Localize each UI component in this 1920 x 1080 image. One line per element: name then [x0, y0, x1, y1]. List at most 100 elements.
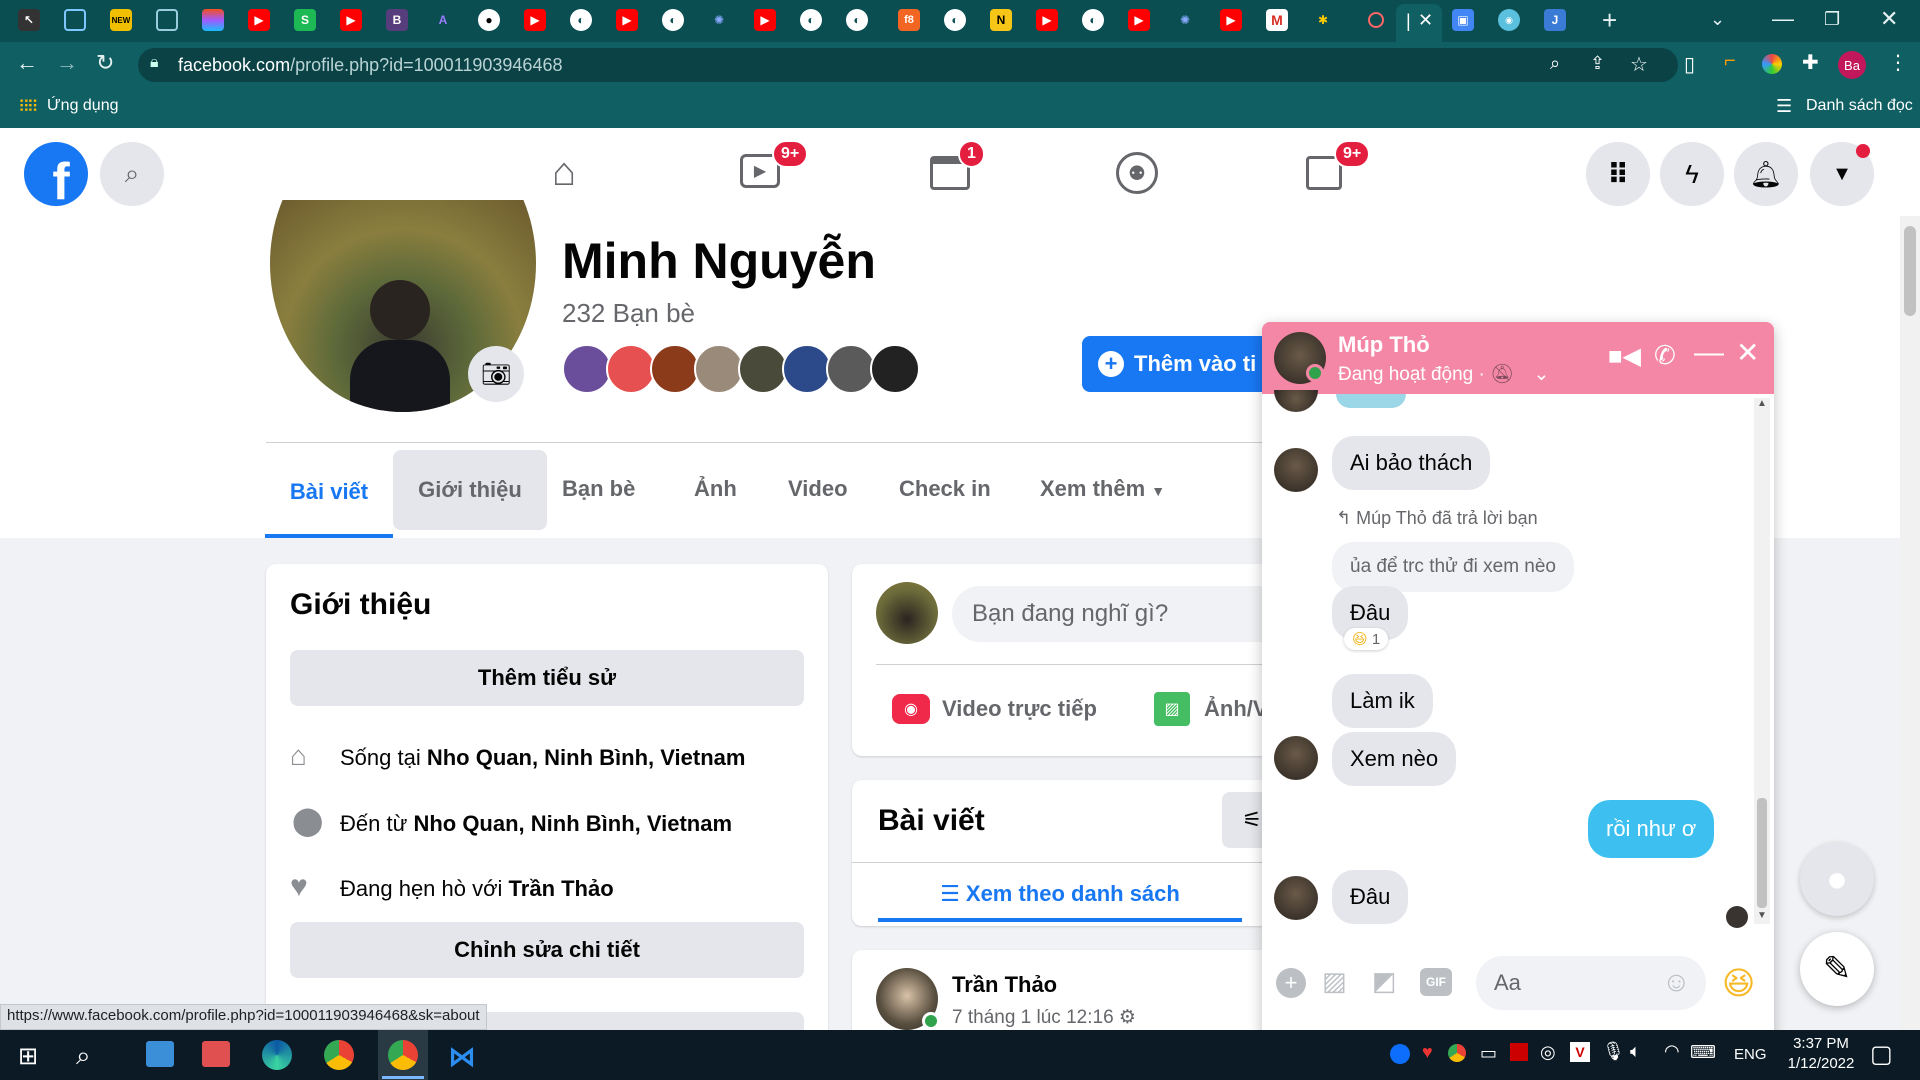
globe-icon[interactable]: ◐	[662, 9, 684, 31]
vscode-icon[interactable]: ⋈	[448, 1040, 476, 1073]
friend-avatar[interactable]	[650, 344, 700, 394]
globe-icon[interactable]: ◐	[1082, 9, 1104, 31]
status-input[interactable]: Bạn đang nghĩ gì?	[952, 586, 1282, 642]
facebook-logo-icon[interactable]: f	[24, 142, 88, 206]
tab-favicon[interactable]: f8	[898, 9, 920, 31]
tab-favicon[interactable]: ↖	[18, 9, 40, 31]
chat-options-chevron-icon[interactable]: ⌄	[1534, 364, 1550, 385]
page-scrollbar-thumb[interactable]	[1904, 226, 1916, 316]
close-chat-icon[interactable]: ✕	[1736, 336, 1759, 369]
search-icon[interactable]: ⌕	[76, 1040, 91, 1072]
figma-icon[interactable]	[202, 9, 224, 31]
scroll-down-icon[interactable]: ▼	[1757, 910, 1767, 921]
friend-avatar[interactable]	[694, 344, 744, 394]
tab-favicon[interactable]: A	[432, 9, 454, 31]
video-call-icon[interactable]: ■◀	[1608, 342, 1641, 371]
globe-icon[interactable]: ◐	[570, 9, 592, 31]
extension-icon[interactable]: ⌐	[1724, 50, 1736, 73]
phone-call-icon[interactable]: ✆	[1654, 340, 1676, 371]
tray-app-icon[interactable]	[1510, 1043, 1528, 1061]
friend-avatar[interactable]	[782, 344, 832, 394]
youtube-icon[interactable]: ▶	[1128, 9, 1150, 31]
bootstrap-icon[interactable]: B	[386, 9, 408, 31]
chat-scrollbar[interactable]: ▲ ▼	[1754, 398, 1770, 924]
tab-more[interactable]: Xem thêm ▼	[1040, 476, 1165, 502]
tab-photos[interactable]: Ảnh	[694, 476, 737, 502]
live-video-button[interactable]: Video trực tiếp	[942, 696, 1097, 722]
zoom-icon[interactable]: ⌕	[1550, 53, 1560, 74]
lives-in-place[interactable]: Nho Quan, Ninh Bình, Vietnam	[427, 745, 746, 770]
message-received[interactable]: Đâu	[1332, 870, 1409, 924]
home-icon[interactable]: ⌂	[552, 150, 576, 195]
apps-bookmark[interactable]: Ứng dụng	[47, 97, 119, 115]
tab-about[interactable]: Giới thiệu	[393, 450, 547, 530]
tab-favicon[interactable]: J	[1544, 9, 1566, 31]
back-icon[interactable]: ←	[16, 52, 38, 74]
tab-favicon[interactable]: NEW	[110, 9, 132, 31]
tray-app-icon[interactable]: ♥	[1422, 1042, 1433, 1063]
friends-count[interactable]: 232 Bạn bè	[562, 298, 695, 329]
camera-icon[interactable]: 📷︎	[468, 346, 524, 402]
wifi-icon[interactable]: ◠	[1664, 1041, 1680, 1062]
gmail-icon[interactable]: M	[1266, 9, 1288, 31]
input-language[interactable]: ENG	[1734, 1046, 1767, 1063]
groups-icon[interactable]: ⚉	[1116, 152, 1158, 194]
youtube-icon[interactable]: ▶	[754, 9, 776, 31]
youtube-icon[interactable]: ▶	[1036, 9, 1058, 31]
chat-header[interactable]: Múp Thỏ Đang hoạt động · 🔕︎ ⌄ ■◀ ✆ — ✕	[1262, 322, 1774, 394]
microphone-icon[interactable]: 🎙︎	[1602, 1041, 1625, 1062]
tab-favicon[interactable]: S	[294, 9, 316, 31]
tab-posts[interactable]: Bài viết	[265, 450, 393, 538]
tab-search-chevron-icon[interactable]: ⌄	[1710, 8, 1725, 30]
youtube-icon[interactable]: ▶	[1220, 9, 1242, 31]
notifications-bell-icon[interactable]: 🔔︎	[1734, 142, 1798, 206]
keyboard-icon[interactable]: ⌨	[1690, 1042, 1716, 1063]
tab-favicon[interactable]: N	[990, 9, 1012, 31]
relationship-name[interactable]: Trần Thảo	[509, 876, 614, 901]
active-tab[interactable]: | ✕	[1396, 4, 1442, 42]
new-message-icon[interactable]: ✎	[1800, 932, 1874, 1006]
close-window-icon[interactable]: ✕	[1880, 8, 1898, 30]
chat-contact-name[interactable]: Múp Thỏ	[1338, 332, 1430, 358]
friend-avatar[interactable]	[826, 344, 876, 394]
new-tab-button[interactable]: +	[1602, 7, 1617, 33]
this-pc-icon[interactable]	[146, 1041, 174, 1067]
edit-details-button[interactable]: Chỉnh sửa chi tiết	[290, 922, 804, 978]
add-to-story-button[interactable]: + Thêm vào ti	[1082, 336, 1282, 392]
tab-friends[interactable]: Bạn bè	[562, 476, 635, 502]
menu-grid-icon[interactable]: ⠿	[1586, 142, 1650, 206]
message-sent[interactable]: rồi như ơ	[1588, 800, 1715, 858]
reading-list-button[interactable]: Danh sách đọc	[1806, 97, 1913, 115]
tab-favicon[interactable]: ✺	[708, 9, 730, 31]
tab-favicon[interactable]	[156, 9, 178, 31]
user-avatar[interactable]	[876, 582, 938, 644]
post-author[interactable]: Trần Thảo	[952, 972, 1057, 998]
globe-icon[interactable]: ◐	[846, 9, 868, 31]
minimize-window-icon[interactable]: —	[1772, 8, 1794, 30]
privacy-gear-icon[interactable]: ⚙	[1119, 1007, 1136, 1028]
close-tab-icon[interactable]: ✕	[1418, 10, 1433, 31]
image-attach-icon[interactable]: ▨	[1322, 966, 1347, 997]
forward-icon[interactable]: →	[56, 52, 78, 74]
messenger-icon[interactable]: ϟ	[1660, 142, 1724, 206]
from-place-name[interactable]: Nho Quan, Ninh Bình, Vietnam	[413, 811, 732, 836]
friend-avatar[interactable]	[562, 344, 612, 394]
list-view-tab[interactable]: ☰ Xem theo danh sách	[878, 870, 1242, 922]
chat-scrollbar-thumb[interactable]	[1757, 798, 1767, 908]
address-bar[interactable]: 🔒︎ facebook.com/profile.php?id=100011903…	[138, 48, 1678, 82]
chrome-icon[interactable]	[324, 1040, 354, 1070]
globe-icon[interactable]: ◐	[944, 9, 966, 31]
edge-icon[interactable]	[262, 1040, 292, 1070]
chrome-profile-taskbar-button[interactable]	[378, 1030, 428, 1080]
reaction-badge[interactable]: 😆︎ 1	[1344, 628, 1389, 650]
browser-menu-icon[interactable]: ⋮	[1888, 50, 1908, 75]
scroll-up-icon[interactable]: ▲	[1757, 398, 1767, 409]
friend-avatar[interactable]	[738, 344, 788, 394]
share-icon[interactable]: ⇪	[1590, 53, 1605, 74]
tray-app-icon[interactable]: ◎	[1540, 1042, 1556, 1063]
reload-icon[interactable]: ↻	[96, 52, 114, 74]
replied-message-quote[interactable]: ủa để trc thử đi xem nèo	[1332, 542, 1574, 592]
message-received[interactable]: Ai bảo thách	[1332, 436, 1491, 490]
clock[interactable]: 3:37 PM 1/12/2022	[1786, 1034, 1856, 1074]
globe-icon[interactable]: ◐	[800, 9, 822, 31]
